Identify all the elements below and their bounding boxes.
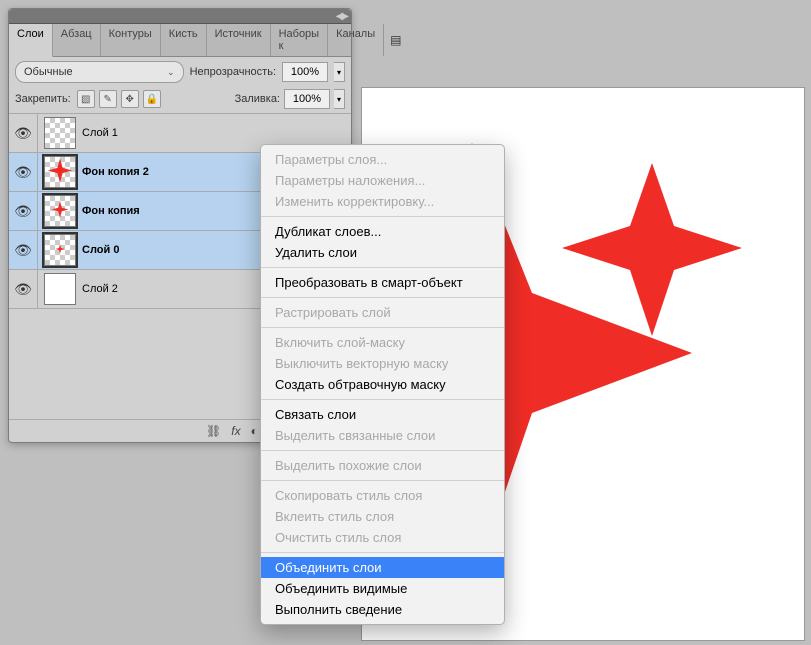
tab-0[interactable]: Слои <box>9 24 53 57</box>
lock-label: Закрепить: <box>15 93 71 105</box>
tab-4[interactable]: Источник <box>207 24 271 56</box>
menu-item: Включить слой-маску <box>261 332 504 353</box>
lock-icons: ▧ ✎ ✥ 🔒 <box>77 90 161 108</box>
opacity-value[interactable]: 100% <box>282 62 328 82</box>
menu-item: Скопировать стиль слоя <box>261 485 504 506</box>
fill-stepper-icon[interactable]: ▾ <box>334 89 345 109</box>
layer-thumbnail[interactable] <box>44 273 76 305</box>
eye-icon: 👁 <box>14 125 32 142</box>
layer-name[interactable]: Фон копия 2 <box>82 166 149 178</box>
lock-position-icon[interactable]: ✥ <box>121 90 139 108</box>
menu-item[interactable]: Выполнить сведение <box>261 599 504 620</box>
layer-thumbnail[interactable] <box>44 195 76 227</box>
layer-thumbnail[interactable] <box>44 117 76 149</box>
collapse-icon[interactable]: ◀▶ <box>336 11 347 22</box>
fill-label: Заливка: <box>235 93 280 105</box>
menu-item[interactable]: Преобразовать в смарт-объект <box>261 272 504 293</box>
layer-mask-icon[interactable]: ◐ <box>251 424 258 438</box>
visibility-toggle[interactable]: 👁 <box>9 114 38 152</box>
layer-thumbnail[interactable] <box>44 234 76 266</box>
fx-icon[interactable]: fx <box>231 424 240 438</box>
dropdown-icon: ⌄ <box>167 67 175 78</box>
tab-3[interactable]: Кисть <box>161 24 207 56</box>
visibility-toggle[interactable]: 👁 <box>9 153 38 191</box>
menu-item: Параметры слоя... <box>261 149 504 170</box>
lock-row: Закрепить: ▧ ✎ ✥ 🔒 Заливка: 100% ▾ <box>9 87 351 114</box>
visibility-toggle[interactable]: 👁 <box>9 270 38 308</box>
menu-item[interactable]: Создать обтравочную маску <box>261 374 504 395</box>
link-layers-icon[interactable]: ⛓ <box>206 424 221 438</box>
menu-separator <box>261 267 504 268</box>
menu-separator <box>261 480 504 481</box>
opacity-label: Непрозрачность: <box>190 66 276 78</box>
menu-item: Очистить стиль слоя <box>261 527 504 548</box>
panel-drag-bar[interactable]: ◀▶ <box>9 9 351 24</box>
menu-separator <box>261 450 504 451</box>
tab-6[interactable]: Каналы <box>328 24 384 56</box>
menu-item[interactable]: Дубликат слоев... <box>261 221 504 242</box>
menu-separator <box>261 399 504 400</box>
menu-item: Вклеить стиль слоя <box>261 506 504 527</box>
lock-pixels-icon[interactable]: ✎ <box>99 90 117 108</box>
menu-separator <box>261 552 504 553</box>
visibility-toggle[interactable]: 👁 <box>9 231 38 269</box>
menu-item: Растрировать слой <box>261 302 504 323</box>
menu-item: Изменить корректировку... <box>261 191 504 212</box>
panel-menu-icon[interactable]: ▤ <box>384 24 407 56</box>
menu-item[interactable]: Объединить слои <box>261 557 504 578</box>
layer-name[interactable]: Слой 1 <box>82 127 118 139</box>
eye-icon: 👁 <box>14 281 32 298</box>
eye-icon: 👁 <box>14 203 32 220</box>
menu-item[interactable]: Объединить видимые <box>261 578 504 599</box>
lock-all-icon[interactable]: 🔒 <box>143 90 161 108</box>
menu-separator <box>261 327 504 328</box>
blend-mode-value: Обычные <box>24 66 73 78</box>
layer-name[interactable]: Слой 0 <box>82 244 119 256</box>
menu-item[interactable]: Удалить слои <box>261 242 504 263</box>
menu-item: Параметры наложения... <box>261 170 504 191</box>
blend-mode-select[interactable]: Обычные ⌄ <box>15 61 184 83</box>
menu-item: Выделить связанные слои <box>261 425 504 446</box>
menu-item[interactable]: Связать слои <box>261 404 504 425</box>
blend-opacity-row: Обычные ⌄ Непрозрачность: 100% ▾ <box>9 57 351 87</box>
visibility-toggle[interactable]: 👁 <box>9 192 38 230</box>
eye-icon: 👁 <box>14 164 32 181</box>
layer-context-menu: Параметры слоя...Параметры наложения...И… <box>260 144 505 625</box>
menu-separator <box>261 216 504 217</box>
layer-thumbnail[interactable] <box>44 156 76 188</box>
tab-1[interactable]: Абзац <box>53 24 101 56</box>
panel-tabs: СлоиАбзацКонтурыКистьИсточникНаборы кКан… <box>9 24 351 57</box>
menu-item: Выделить похожие слои <box>261 455 504 476</box>
tab-5[interactable]: Наборы к <box>271 24 329 56</box>
eye-icon: 👁 <box>14 242 32 259</box>
opacity-stepper-icon[interactable]: ▾ <box>334 62 345 82</box>
fill-value[interactable]: 100% <box>284 89 330 109</box>
layer-name[interactable]: Фон копия <box>82 205 140 217</box>
tab-2[interactable]: Контуры <box>101 24 161 56</box>
layer-name[interactable]: Слой 2 <box>82 283 118 295</box>
menu-item: Выключить векторную маску <box>261 353 504 374</box>
menu-separator <box>261 297 504 298</box>
lock-transparency-icon[interactable]: ▧ <box>77 90 95 108</box>
